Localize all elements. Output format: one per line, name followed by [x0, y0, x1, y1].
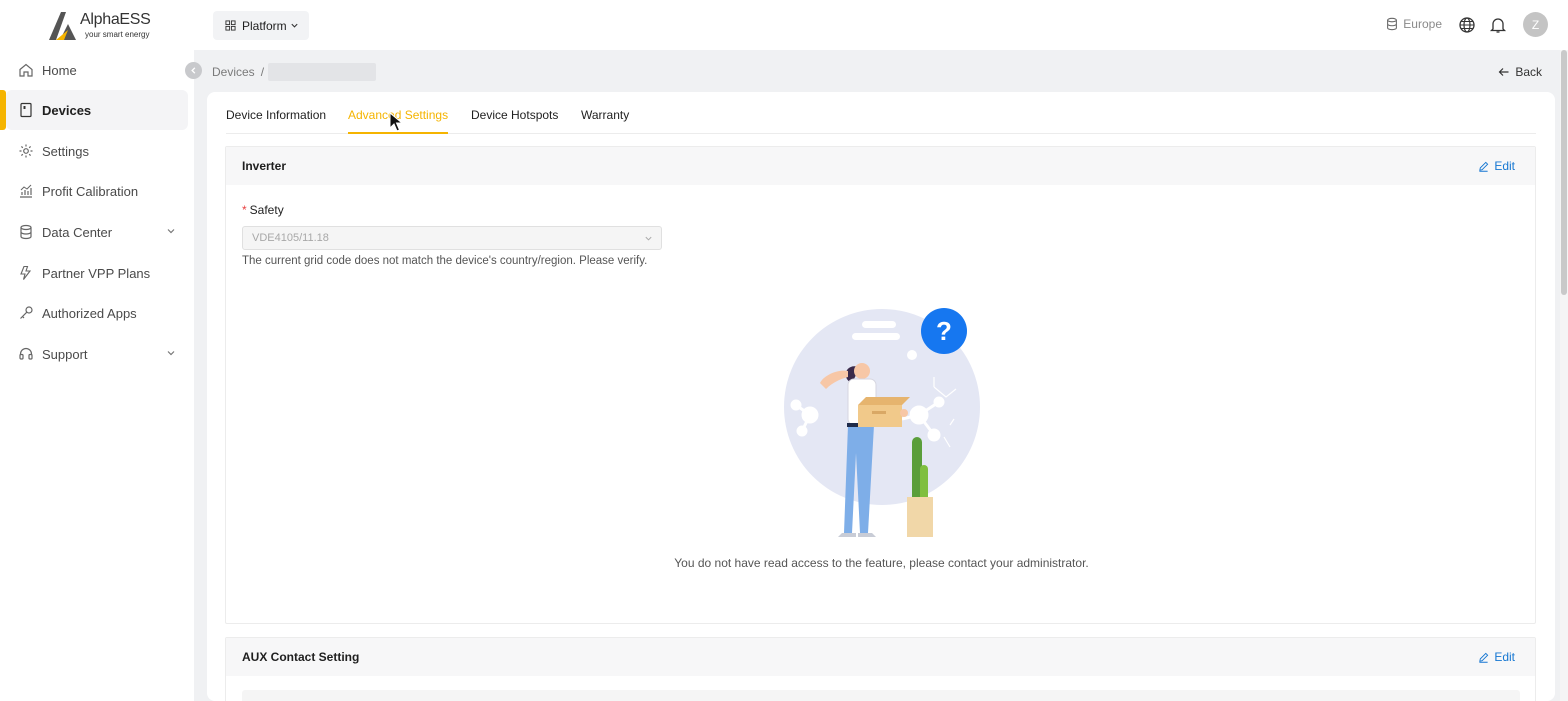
user-avatar[interactable]: Z: [1523, 12, 1548, 37]
sidebar-item-label: Data Center: [42, 225, 113, 240]
sidebar-item-profit-calibration[interactable]: Profit Calibration: [6, 171, 188, 211]
page-scrollbar[interactable]: [1560, 50, 1568, 701]
tab-device-information[interactable]: Device Information: [226, 108, 326, 134]
brand-tagline: your smart energy: [85, 30, 150, 39]
sidebar-item-support[interactable]: Support: [6, 334, 188, 374]
bell-icon[interactable]: [1489, 16, 1507, 34]
home-icon: [19, 63, 33, 77]
database-icon: [20, 224, 32, 240]
sidebar-item-partner-vpp-plans[interactable]: Partner VPP Plans: [6, 253, 188, 293]
required-mark: *: [242, 203, 247, 217]
platform-switcher-button[interactable]: Platform: [213, 11, 309, 40]
aux-edit-button[interactable]: Edit: [1478, 650, 1515, 664]
no-access-illustration: ?: [784, 308, 980, 537]
platform-label: Platform: [242, 18, 287, 33]
device-icon: [20, 102, 32, 118]
sidebar-item-label: Profit Calibration: [42, 184, 139, 199]
breadcrumb-separator: /: [260, 65, 265, 79]
sidebar-item-data-center[interactable]: Data Center: [6, 212, 188, 252]
grid-icon: [225, 20, 236, 31]
safety-select-value: VDE4105/11.18: [252, 232, 329, 244]
key-icon: [20, 306, 33, 319]
gear-icon: [19, 144, 33, 158]
chevron-down-icon: [291, 23, 298, 28]
aux-contact-section: AUX Contact Setting Edit: [225, 637, 1536, 701]
logo-mark-icon: [49, 12, 76, 40]
region-label: Europe: [1403, 17, 1442, 31]
inverter-section-header: Inverter Edit: [226, 147, 1535, 185]
sidebar-item-label: Devices: [42, 103, 92, 118]
sidebar-item-label: Settings: [42, 144, 89, 159]
safety-label: * Safety: [242, 203, 284, 217]
chevron-down-icon: [167, 229, 175, 234]
breadcrumb-device-name-redacted: [268, 63, 377, 81]
region-selector[interactable]: Europe: [1385, 17, 1442, 31]
top-bar: Platform Europe Z: [194, 0, 1568, 50]
back-label: Back: [1515, 65, 1542, 79]
chevron-down-icon: [167, 351, 175, 356]
chevron-left-icon: [191, 67, 196, 74]
tab-warranty[interactable]: Warranty: [581, 108, 629, 134]
sidebar-item-label: Home: [42, 63, 77, 78]
tab-device-hotspots[interactable]: Device Hotspots: [471, 108, 558, 134]
section-title: AUX Contact Setting: [242, 650, 360, 664]
safety-select[interactable]: VDE4105/11.18: [242, 226, 662, 250]
inverter-section: Inverter Edit * Safety VDE4105/11.18 The …: [225, 146, 1536, 624]
sidebar-item-label: Authorized Apps: [42, 306, 137, 321]
back-button[interactable]: Back: [1498, 65, 1542, 79]
breadcrumb: Devices /: [212, 63, 377, 81]
grid-code-warning: The current grid code does not match the…: [242, 255, 648, 267]
lightning-icon: [20, 265, 32, 280]
arrow-left-icon: [1498, 68, 1509, 76]
sidebar-item-authorized-apps[interactable]: Authorized Apps: [6, 293, 188, 333]
edit-label: Edit: [1494, 650, 1515, 664]
no-access-message: You do not have read access to the featu…: [674, 556, 1089, 570]
svg-text:?: ?: [936, 316, 952, 346]
chevron-down-icon: [645, 236, 652, 241]
tab-bar: Device Information Advanced Settings Dev…: [226, 92, 1536, 134]
sidebar: AlphaESS your smart energy Home Devices …: [0, 0, 194, 701]
edit-label: Edit: [1494, 159, 1515, 173]
brand-name: AlphaESS: [80, 11, 151, 28]
edit-icon: [1479, 652, 1489, 663]
sidebar-item-home[interactable]: Home: [6, 50, 188, 90]
sidebar-item-label: Partner VPP Plans: [42, 266, 151, 281]
alphaess-logo[interactable]: AlphaESS your smart energy: [46, 10, 156, 42]
sidebar-item-devices[interactable]: Devices: [6, 90, 188, 130]
mouse-cursor-icon: [389, 112, 403, 132]
edit-icon: [1479, 161, 1489, 172]
aux-section-header: AUX Contact Setting Edit: [226, 638, 1535, 676]
scrollbar-thumb[interactable]: [1561, 50, 1567, 295]
device-detail-card: Device Information Advanced Settings Dev…: [207, 92, 1555, 701]
aux-field-row: [242, 690, 1520, 701]
sidebar-item-label: Support: [42, 347, 88, 362]
globe-icon[interactable]: [1458, 16, 1476, 34]
headset-icon: [19, 347, 33, 360]
sidebar-collapse-button[interactable]: [185, 62, 202, 79]
database-icon: [1387, 17, 1398, 31]
breadcrumb-devices[interactable]: Devices: [212, 65, 255, 79]
section-title: Inverter: [242, 159, 287, 173]
sidebar-item-settings[interactable]: Settings: [6, 131, 188, 171]
chart-icon: [20, 184, 32, 198]
inverter-edit-button[interactable]: Edit: [1478, 159, 1515, 173]
